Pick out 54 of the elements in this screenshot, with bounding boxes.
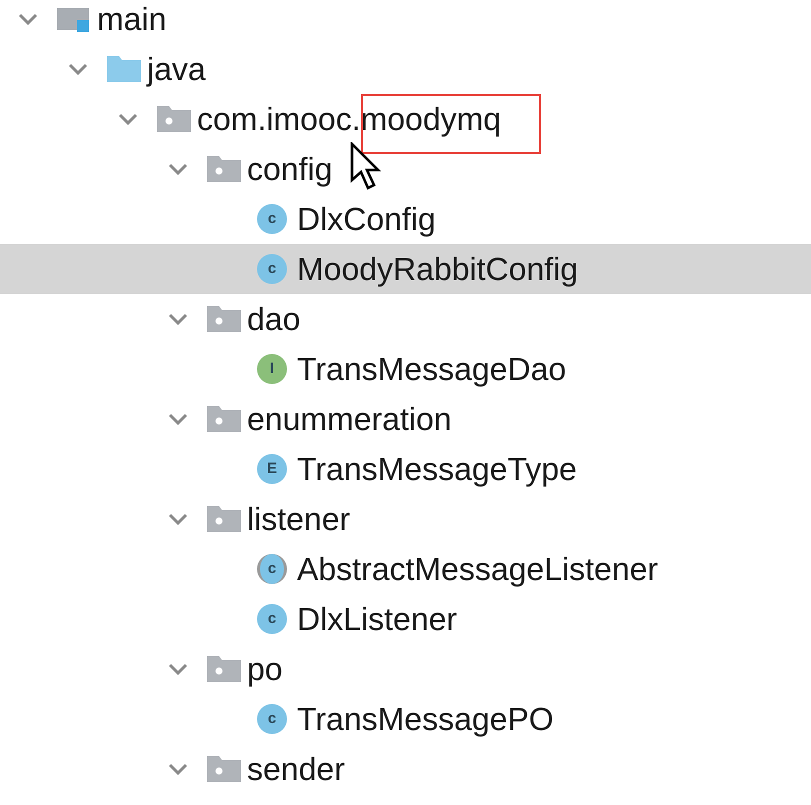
tree-row[interactable]: sender bbox=[0, 744, 811, 794]
tree-label: enummeration bbox=[247, 403, 452, 435]
tree-row[interactable]: java bbox=[0, 44, 811, 94]
tree-label: dao bbox=[247, 303, 300, 335]
tree-row[interactable]: c MoodyRabbitConfig bbox=[0, 244, 811, 294]
tree-label: config bbox=[247, 153, 332, 185]
package-folder-icon bbox=[207, 156, 241, 182]
tree-label: MoodyRabbitConfig bbox=[297, 253, 578, 285]
chevron-down-icon[interactable] bbox=[117, 112, 139, 126]
chevron-down-icon[interactable] bbox=[167, 412, 189, 426]
chevron-down-icon[interactable] bbox=[167, 662, 189, 676]
tree-row[interactable]: E TransMessageType bbox=[0, 444, 811, 494]
tree-row[interactable]: listener bbox=[0, 494, 811, 544]
tree-label: AbstractMessageListener bbox=[297, 553, 658, 585]
package-folder-icon bbox=[157, 106, 191, 132]
tree-label: DlxListener bbox=[297, 603, 458, 635]
chevron-down-icon[interactable] bbox=[167, 512, 189, 526]
tree-label: TransMessageDao bbox=[297, 353, 566, 385]
package-folder-icon bbox=[207, 656, 241, 682]
tree-label: DlxConfig bbox=[297, 203, 436, 235]
interface-icon: I bbox=[257, 354, 287, 384]
enum-icon: E bbox=[257, 454, 287, 484]
folder-icon bbox=[107, 56, 141, 82]
tree-row[interactable]: config bbox=[0, 144, 811, 194]
tree-row[interactable]: c TransMessagePO bbox=[0, 694, 811, 744]
tree-row[interactable]: main bbox=[0, 0, 811, 44]
tree-label: po bbox=[247, 653, 283, 685]
tree-row[interactable]: c DlxConfig bbox=[0, 194, 811, 244]
package-folder-icon bbox=[207, 306, 241, 332]
class-icon: c bbox=[257, 254, 287, 284]
tree-label: TransMessagePO bbox=[297, 703, 554, 735]
class-icon: c bbox=[257, 704, 287, 734]
class-icon: c bbox=[257, 604, 287, 634]
tree-row[interactable]: dao bbox=[0, 294, 811, 344]
tree-label: TransMessageType bbox=[297, 453, 577, 485]
chevron-down-icon[interactable] bbox=[67, 62, 89, 76]
chevron-down-icon[interactable] bbox=[167, 762, 189, 776]
chevron-down-icon[interactable] bbox=[167, 312, 189, 326]
tree-row[interactable]: I TransMessageDao bbox=[0, 344, 811, 394]
class-icon: c bbox=[257, 204, 287, 234]
tree-label: listener bbox=[247, 503, 350, 535]
tree-label: java bbox=[147, 53, 206, 85]
package-folder-icon bbox=[207, 756, 241, 782]
chevron-down-icon[interactable] bbox=[17, 12, 39, 26]
abstract-class-icon: c bbox=[257, 554, 287, 584]
package-folder-icon bbox=[207, 406, 241, 432]
tree-row[interactable]: po bbox=[0, 644, 811, 694]
package-folder-icon bbox=[207, 506, 241, 532]
tree-label: sender bbox=[247, 753, 345, 785]
tree-label: main bbox=[97, 3, 166, 35]
tree-row[interactable]: c DlxListener bbox=[0, 594, 811, 644]
tree-row[interactable]: c AbstractMessageListener bbox=[0, 544, 811, 594]
chevron-down-icon[interactable] bbox=[167, 162, 189, 176]
tree-row[interactable]: enummeration bbox=[0, 394, 811, 444]
